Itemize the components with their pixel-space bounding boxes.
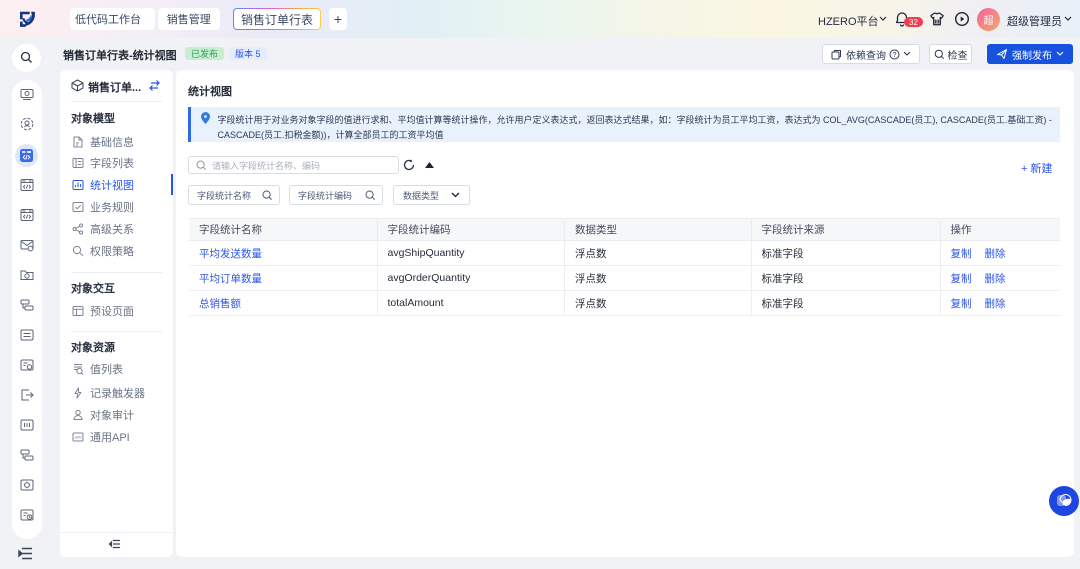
svg-text:?: ? [893, 52, 897, 59]
svg-text:API: API [74, 435, 81, 440]
